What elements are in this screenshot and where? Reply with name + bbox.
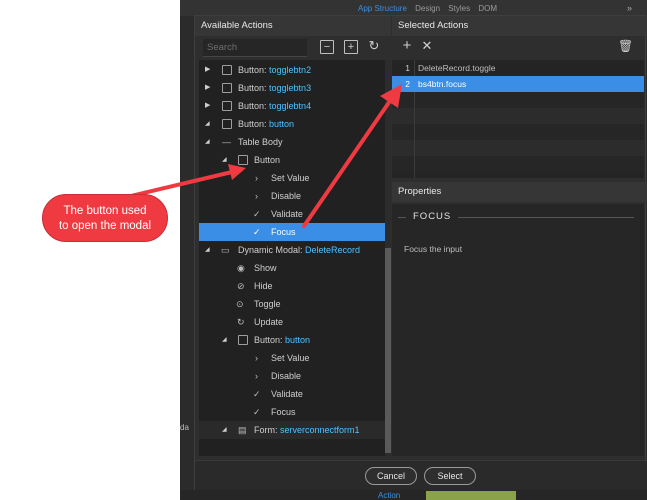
arrow-to-button-head — [228, 164, 246, 180]
callout-line-2: to open the modal — [58, 220, 152, 232]
annotation-callout: The button used to open the modal — [42, 194, 168, 242]
arrow-to-focus-shaft — [302, 96, 394, 228]
annotation-arrows — [116, 84, 402, 228]
arrow-to-focus-head — [380, 84, 402, 108]
callout-line-1: The button used — [63, 205, 147, 217]
